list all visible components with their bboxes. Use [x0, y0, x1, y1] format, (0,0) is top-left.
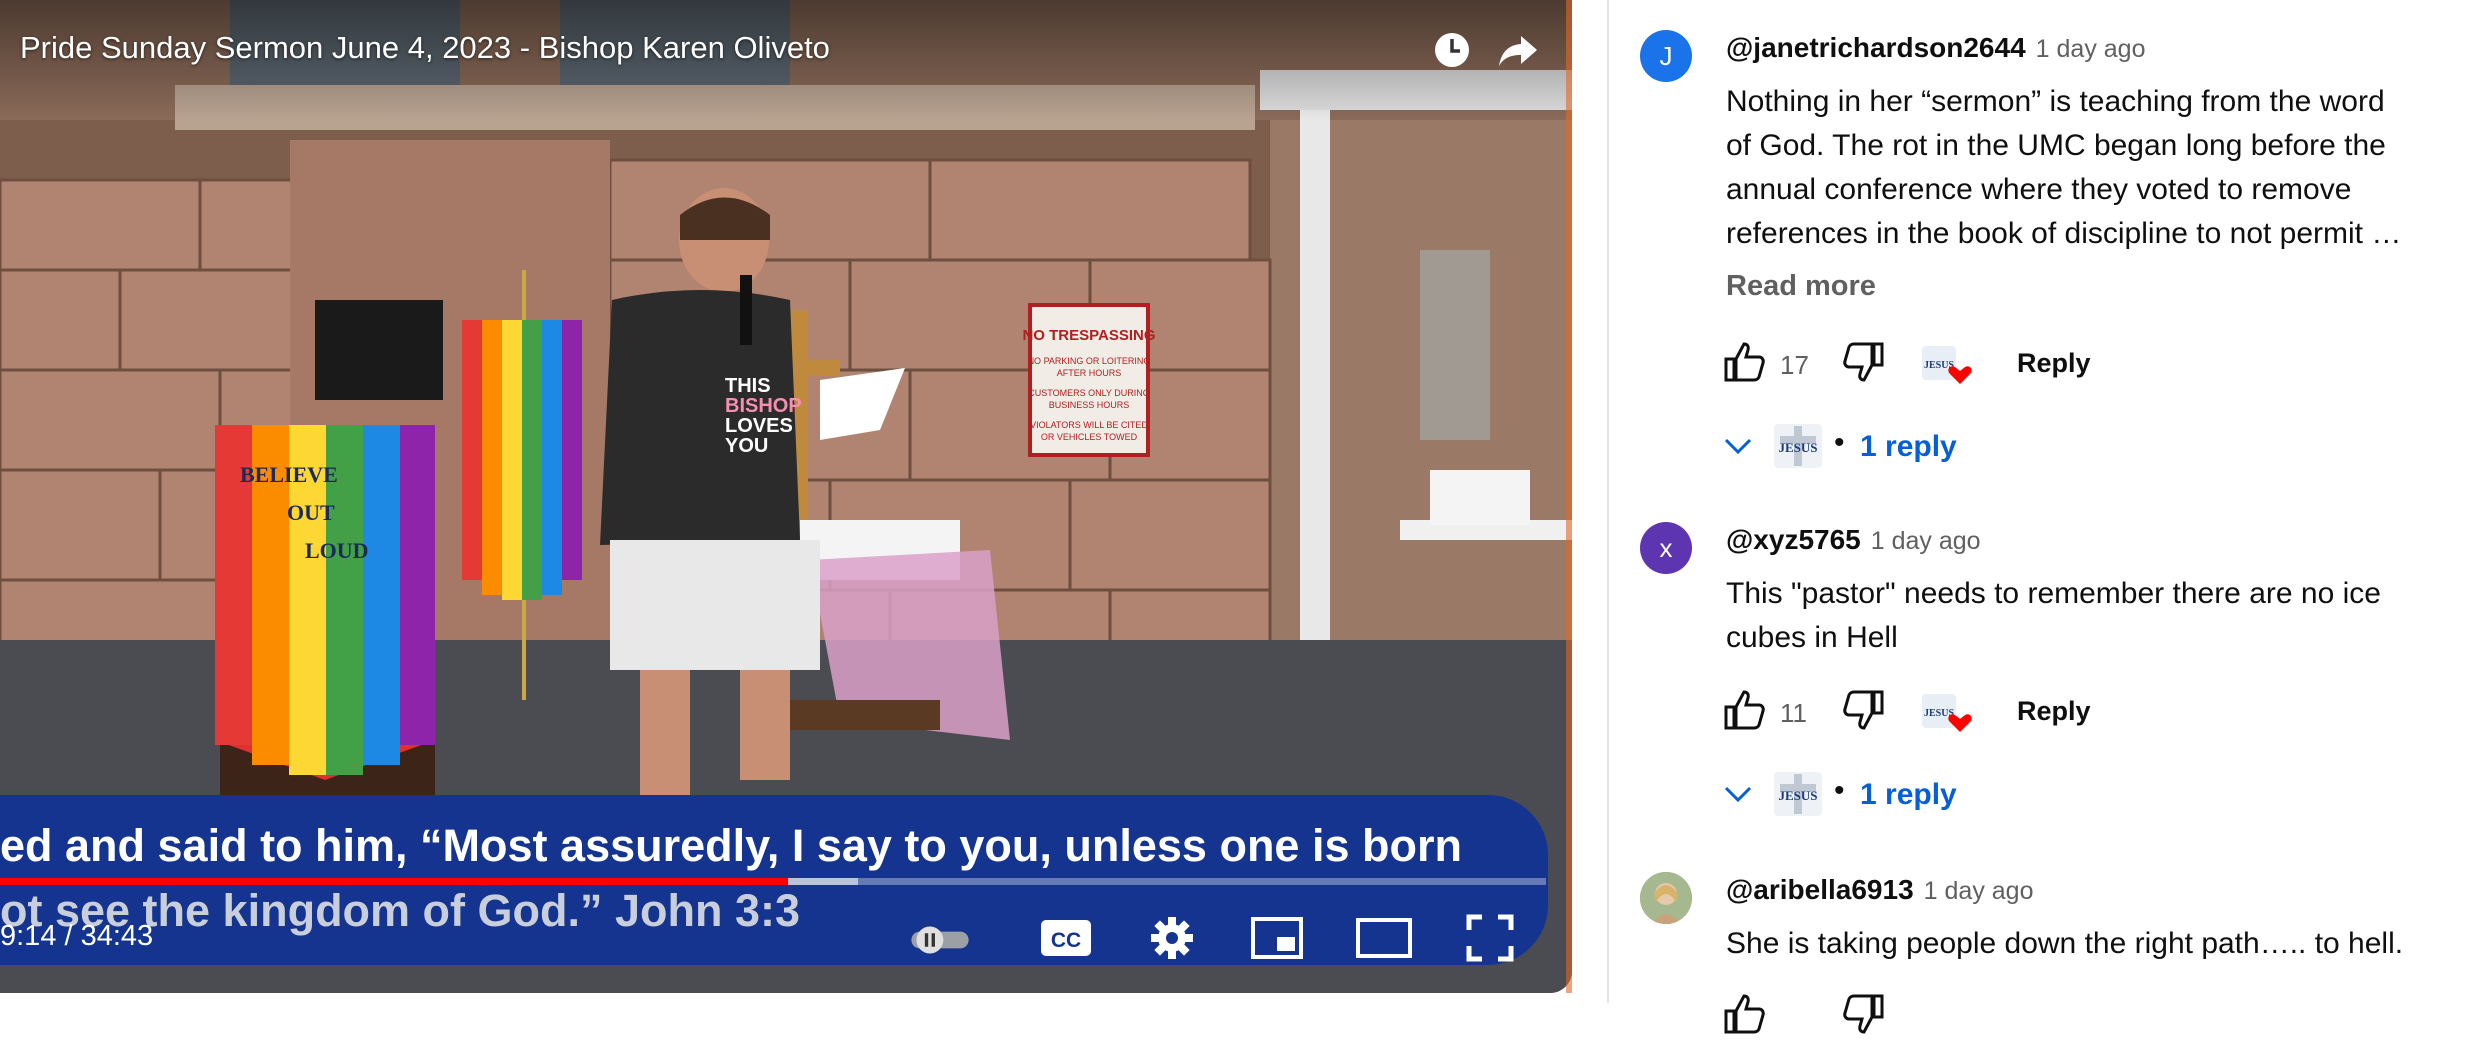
watch-later-button[interactable]: [1426, 26, 1478, 78]
fullscreen-icon: [1466, 914, 1514, 967]
comment-actions: 17 JESUS Reply: [1720, 340, 2420, 390]
dislike-button[interactable]: [1840, 688, 1888, 736]
share-arrow-icon: [1497, 30, 1539, 75]
gear-icon: [1149, 915, 1195, 966]
replies-count[interactable]: 1 reply: [1860, 430, 1957, 464]
thumbs-up-icon: [1722, 340, 1766, 389]
comment-time[interactable]: 1 day ago: [2036, 35, 2146, 63]
svg-text:NO TRESPASSING: NO TRESPASSING: [1022, 327, 1155, 344]
comment-time[interactable]: 1 day ago: [1871, 527, 1981, 555]
svg-text:BISHOP: BISHOP: [725, 395, 802, 417]
reply-button[interactable]: Reply: [2017, 696, 2091, 727]
reply-button[interactable]: Reply: [2017, 348, 2091, 379]
svg-text:LOUD: LOUD: [305, 538, 369, 563]
thumbs-up-icon: [1722, 688, 1766, 737]
panel-divider: [1607, 0, 1609, 1003]
miniplayer-button[interactable]: [1245, 912, 1309, 968]
cc-icon: CC: [1040, 918, 1092, 963]
video-edge: [1566, 0, 1572, 993]
svg-text:AFTER HOURS: AFTER HOURS: [1057, 368, 1122, 378]
replies-count[interactable]: 1 reply: [1860, 778, 1957, 812]
thumbs-down-icon: [1842, 340, 1886, 389]
thumbs-up-icon: [1722, 992, 1766, 1041]
comment-author[interactable]: @xyz5765 1 day ago: [1726, 524, 1981, 556]
video-player[interactable]: BELIEVE OUT LOUD THIS BISHOP LOVES YOU N…: [0, 0, 1572, 993]
svg-text:JESUS: JESUS: [1778, 440, 1817, 455]
thumbs-down-icon: [1842, 688, 1886, 737]
comment-text: She is taking people down the right path…: [1726, 927, 2404, 960]
like-count: 11: [1780, 698, 1807, 728]
clock-icon: [1432, 30, 1472, 75]
view-replies-button[interactable]: JESUS • 1 reply: [1720, 420, 2220, 472]
video-title[interactable]: Pride Sunday Sermon June 4, 2023 - Bisho…: [20, 30, 830, 66]
creator-heart-badge: JESUS: [1920, 688, 1974, 738]
svg-text:CC: CC: [1051, 929, 1081, 952]
theater-mode-button[interactable]: [1352, 912, 1416, 968]
avatar[interactable]: J: [1640, 30, 1692, 82]
read-more-button[interactable]: Read more: [1726, 270, 1876, 303]
chevron-down-icon: [1720, 428, 1756, 464]
svg-text:OR VEHICLES TOWED: OR VEHICLES TOWED: [1041, 432, 1138, 442]
captions-button[interactable]: CC: [1034, 912, 1098, 968]
like-count: 17: [1780, 350, 1809, 380]
svg-text:LOVES: LOVES: [725, 415, 793, 437]
chevron-down-icon: [1720, 776, 1756, 812]
svg-text:NO PARKING OR LOITERING: NO PARKING OR LOITERING: [1028, 356, 1151, 366]
autoplay-toggle[interactable]: [908, 912, 972, 968]
share-button[interactable]: [1492, 26, 1544, 78]
svg-text:YOU: YOU: [725, 435, 768, 457]
svg-text:BUSINESS HOURS: BUSINESS HOURS: [1049, 400, 1130, 410]
caption-line: ed and said to him, “Most assuredly, I s…: [0, 820, 1462, 871]
comment-text: Nothing in her “sermon” is teaching from…: [1726, 85, 2402, 250]
fullscreen-button[interactable]: [1458, 912, 1522, 968]
creator-heart-badge: JESUS: [1920, 340, 1974, 390]
like-button[interactable]: [1720, 340, 1768, 388]
dislike-button[interactable]: [1840, 340, 1888, 388]
progress-played: [0, 878, 789, 885]
settings-button[interactable]: [1140, 912, 1204, 968]
comment-author[interactable]: @janetrichardson2644 1 day ago: [1726, 32, 2145, 64]
like-button[interactable]: [1720, 688, 1768, 736]
theater-icon: [1356, 917, 1412, 963]
banner-text: BELIEVE: [240, 462, 338, 487]
comment-author[interactable]: @aribella6913 1 day ago: [1726, 874, 2033, 906]
svg-text:JESUS: JESUS: [1778, 788, 1817, 803]
svg-text:VIOLATORS WILL BE CITED: VIOLATORS WILL BE CITED: [1030, 420, 1148, 430]
comment-text: This "pastor" needs to remember there ar…: [1726, 577, 2381, 654]
reply-avatar: JESUS: [1768, 420, 1828, 472]
avatar[interactable]: x: [1640, 522, 1692, 574]
dislike-button[interactable]: [1840, 992, 1888, 1040]
reply-avatar: JESUS: [1768, 768, 1828, 820]
comment-actions: 11 JESUS Reply: [1720, 688, 2420, 738]
progress-bar[interactable]: [0, 878, 1546, 885]
thumbs-down-icon: [1842, 992, 1886, 1041]
avatar[interactable]: [1640, 872, 1692, 924]
svg-text:OUT: OUT: [287, 500, 335, 525]
miniplayer-icon: [1251, 916, 1303, 964]
comment-thread: J @janetrichardson2644 1 day ago Nothing …: [1640, 30, 2440, 470]
svg-text:CUSTOMERS ONLY DURING: CUSTOMERS ONLY DURING: [1028, 388, 1150, 398]
view-replies-button[interactable]: JESUS • 1 reply: [1720, 768, 2220, 820]
comment-thread: @aribella6913 1 day ago She is taking peo…: [1640, 872, 2440, 1034]
comment-actions: [1720, 992, 2420, 1042]
comment-time[interactable]: 1 day ago: [1924, 877, 2034, 905]
comment-thread: x @xyz5765 1 day ago This "pastor" needs …: [1640, 522, 2440, 822]
time-display: 9:14 / 34:43: [0, 920, 154, 952]
like-button[interactable]: [1720, 992, 1768, 1040]
svg-text:THIS: THIS: [725, 375, 771, 397]
